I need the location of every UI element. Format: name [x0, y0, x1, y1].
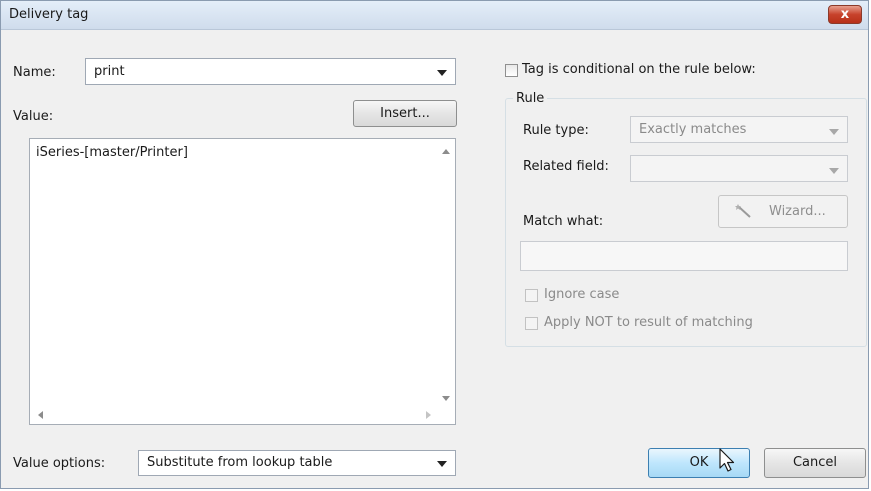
wizard-label: Wizard... — [769, 204, 826, 219]
name-combobox[interactable]: print — [85, 58, 456, 85]
chevron-down-icon[interactable] — [829, 129, 839, 135]
close-icon: x — [840, 7, 850, 22]
chevron-down-icon[interactable] — [829, 168, 839, 174]
related-field-combobox[interactable] — [630, 155, 848, 182]
mouse-pointer-icon — [719, 448, 735, 472]
chevron-down-icon[interactable] — [437, 461, 447, 467]
match-what-label: Match what: — [523, 214, 604, 229]
rule-type-label: Rule type: — [523, 123, 589, 138]
name-label: Name: — [13, 65, 56, 80]
scroll-right-icon[interactable] — [426, 411, 431, 419]
ignore-case-label[interactable]: Ignore case — [544, 287, 619, 302]
wand-icon — [735, 204, 751, 218]
value-options-label: Value options: — [13, 456, 106, 471]
wizard-button[interactable]: Wizard... — [718, 195, 848, 228]
scroll-up-icon[interactable] — [442, 149, 450, 154]
ignore-case-checkbox[interactable] — [525, 289, 538, 302]
dialog-title: Delivery tag — [9, 7, 89, 22]
conditional-label[interactable]: Tag is conditional on the rule below: — [522, 62, 756, 77]
chevron-down-icon[interactable] — [437, 70, 447, 76]
delivery-tag-dialog: Delivery tag x Name: print Value: Insert… — [0, 0, 869, 489]
apply-not-checkbox[interactable] — [525, 317, 538, 330]
conditional-checkbox[interactable] — [505, 64, 518, 77]
scroll-down-icon[interactable] — [442, 396, 450, 401]
rule-type-value: Exactly matches — [639, 122, 747, 137]
related-field-label: Related field: — [523, 159, 609, 174]
cancel-button[interactable]: Cancel — [764, 448, 866, 478]
scroll-left-icon[interactable] — [38, 411, 43, 419]
name-value: print — [94, 64, 125, 79]
insert-button[interactable]: Insert... — [353, 100, 457, 127]
close-button[interactable]: x — [828, 5, 862, 24]
apply-not-label[interactable]: Apply NOT to result of matching — [544, 315, 753, 330]
horizontal-scrollbar[interactable] — [30, 406, 455, 424]
ok-label: OK — [689, 455, 709, 470]
value-label: Value: — [13, 109, 54, 124]
rule-type-combobox[interactable]: Exactly matches — [630, 116, 848, 143]
value-textarea[interactable]: iSeries-[master/Printer] — [29, 138, 456, 425]
title-bar: Delivery tag x — [1, 1, 868, 30]
vertical-scrollbar[interactable] — [437, 139, 455, 407]
value-text: iSeries-[master/Printer] — [36, 145, 188, 160]
rule-legend: Rule — [513, 91, 548, 106]
value-options-combobox[interactable]: Substitute from lookup table — [138, 450, 456, 476]
match-what-input[interactable] — [520, 241, 848, 271]
value-options-selected: Substitute from lookup table — [147, 455, 333, 470]
